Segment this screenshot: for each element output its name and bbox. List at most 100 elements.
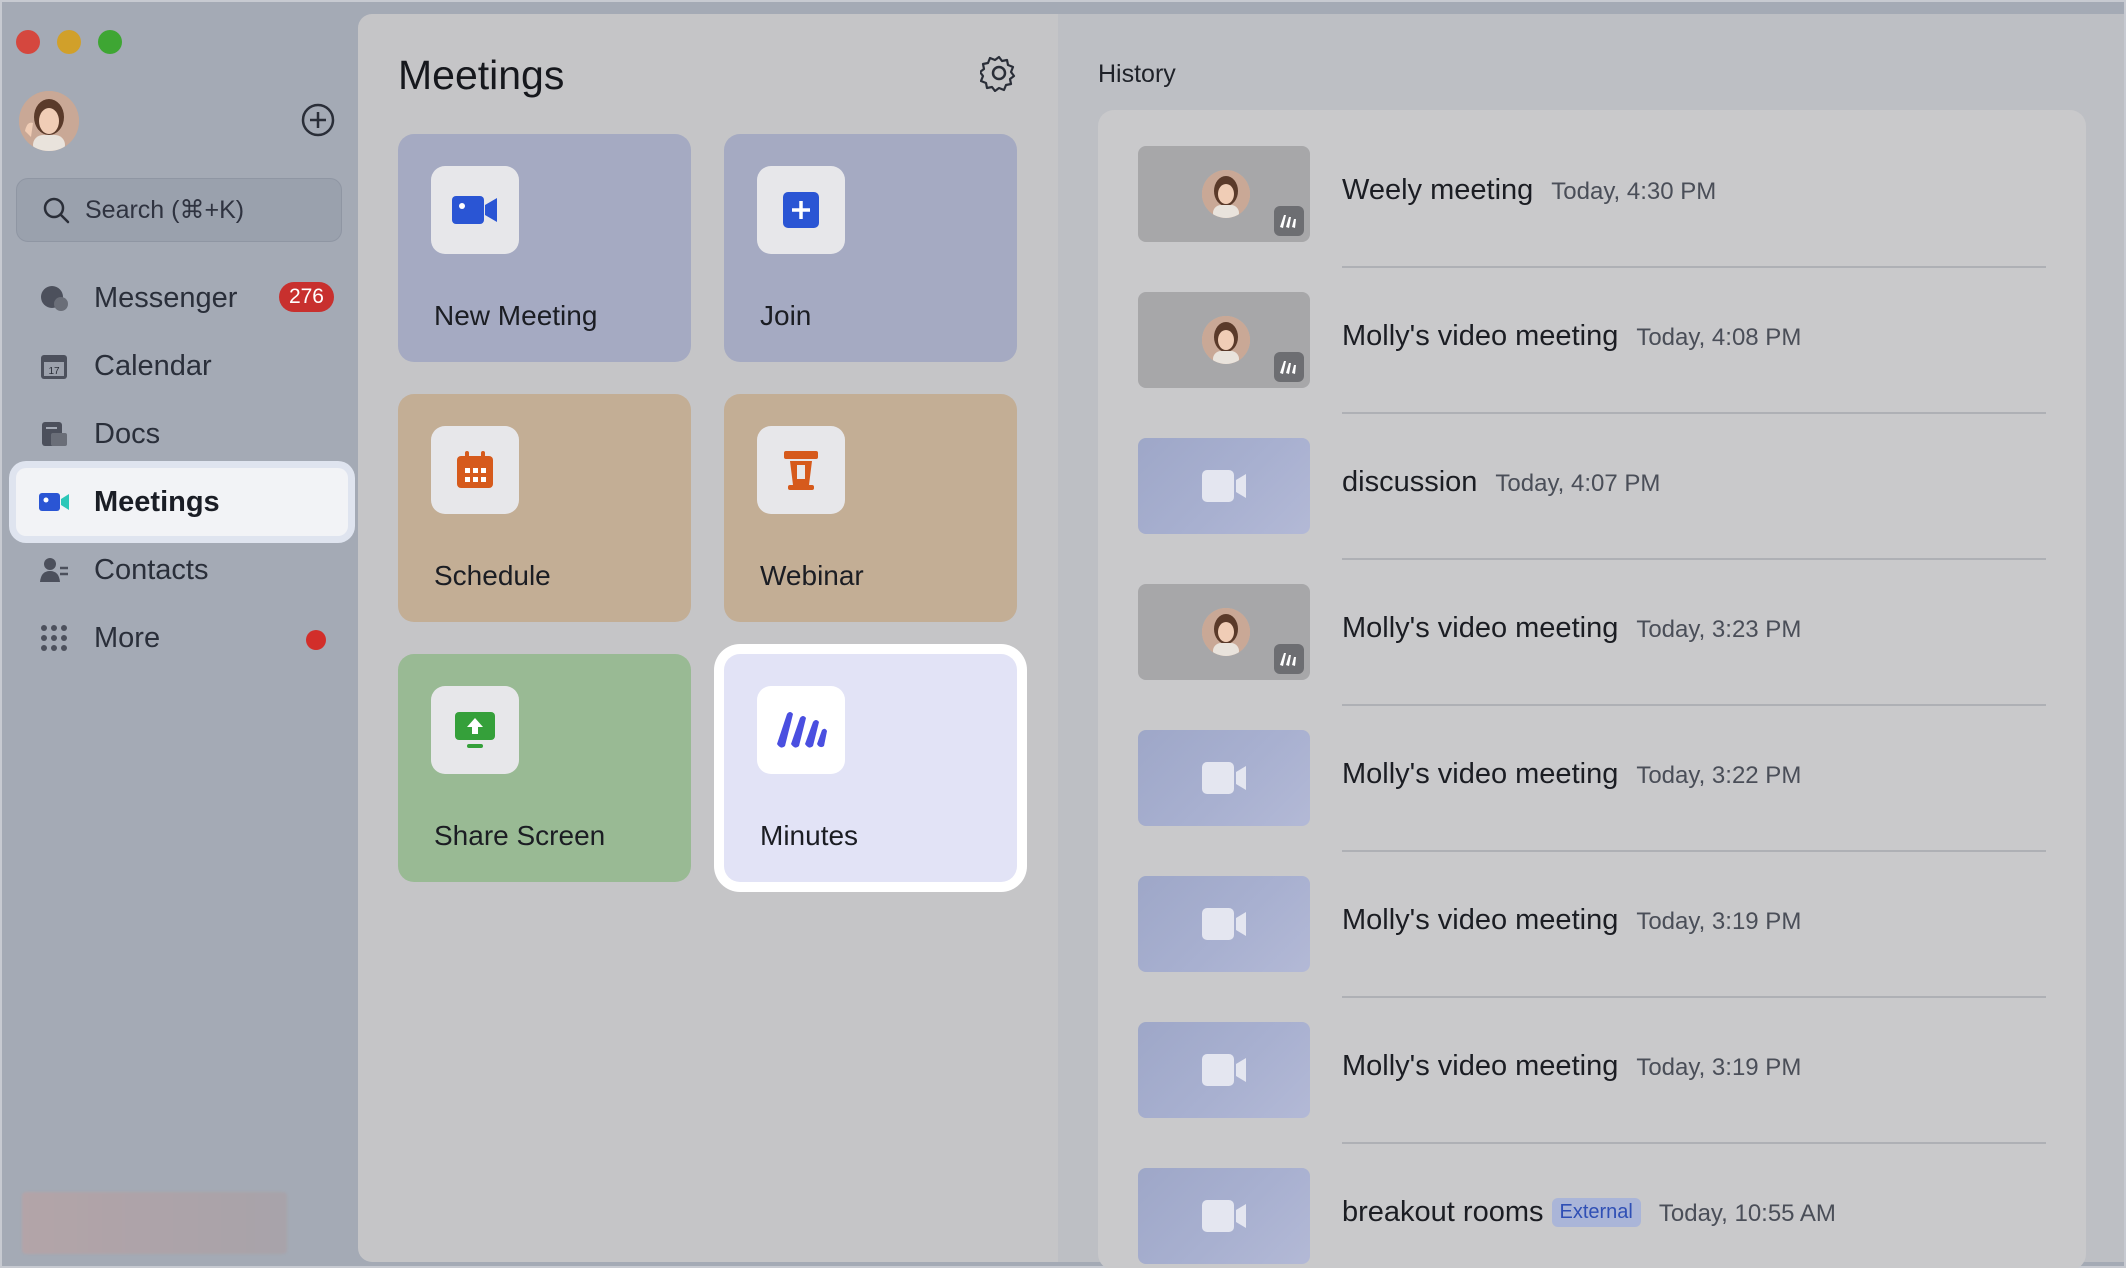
meetings-panel: Meetings New Meeting Join Schedule Webin…	[358, 14, 1058, 1262]
sidebar-item-messenger[interactable]: Messenger 276	[16, 264, 348, 332]
meeting-name: discussion	[1342, 466, 1478, 498]
history-item[interactable]: Molly's video meeting Today, 3:22 PM	[1138, 730, 2046, 876]
tile-label: Schedule	[434, 560, 551, 591]
meeting-name: Weely meeting	[1342, 174, 1534, 206]
meeting-name: Molly's video meeting	[1342, 320, 1619, 352]
messenger-icon	[38, 282, 70, 314]
podium-icon	[757, 426, 845, 514]
history-item[interactable]: Weely meeting Today, 4:30 PM	[1138, 146, 2046, 292]
meeting-thumbnail	[1138, 584, 1310, 680]
history-item[interactable]: Molly's video meeting Today, 4:08 PM	[1138, 292, 2046, 438]
meeting-time: Today, 10:55 AM	[1658, 1200, 1836, 1227]
search-placeholder: Search (⌘+K)	[85, 196, 245, 224]
meeting-name: Molly's video meeting	[1342, 758, 1619, 790]
calendar-icon: 17	[38, 350, 70, 382]
minutes-icon	[757, 686, 845, 774]
tile-label: Webinar	[760, 560, 864, 591]
external-badge: External	[1551, 1198, 1641, 1227]
sidebar-item-more[interactable]: More	[16, 604, 348, 672]
minutes-icon	[1274, 644, 1304, 674]
contacts-icon	[38, 554, 70, 586]
meeting-time: Today, 3:19 PM	[1636, 908, 1802, 935]
meeting-time: Today, 3:19 PM	[1636, 1054, 1802, 1081]
minutes-icon	[1274, 206, 1304, 236]
meeting-time: Today, 4:30 PM	[1551, 178, 1717, 205]
history-item[interactable]: breakout rooms External Today, 10:55 AM	[1138, 1168, 2046, 1268]
divider	[1342, 412, 2046, 414]
sidebar-item-label: More	[94, 621, 161, 654]
sidebar-item-calendar[interactable]: 17 Calendar	[16, 332, 348, 400]
divider	[1342, 850, 2046, 852]
meeting-thumbnail	[1138, 438, 1310, 534]
meeting-name: breakout rooms	[1342, 1196, 1544, 1228]
sidebar-item-label: Calendar	[94, 349, 212, 382]
meeting-name: Molly's video meeting	[1342, 1050, 1619, 1082]
divider	[1342, 558, 2046, 560]
video-camera-icon	[1202, 908, 1246, 940]
history-item[interactable]: Molly's video meeting Today, 3:23 PM	[1138, 584, 2046, 730]
meeting-name: Molly's video meeting	[1342, 612, 1619, 644]
share-screen-button[interactable]: Share Screen	[398, 654, 691, 882]
meeting-thumbnail	[1138, 730, 1310, 826]
schedule-button[interactable]: Schedule	[398, 394, 691, 622]
meeting-thumbnail	[1138, 876, 1310, 972]
notification-dot	[306, 630, 326, 650]
app-window: Search (⌘+K) Messenger 276 17 Calendar D…	[0, 0, 2126, 1268]
sidebar-nav: Messenger 276 17 Calendar Docs Meetings	[16, 264, 348, 672]
add-icon[interactable]	[300, 102, 336, 138]
sidebar-item-label: Docs	[94, 417, 161, 450]
history-item[interactable]: discussion Today, 4:07 PM	[1138, 438, 2046, 584]
avatar	[1202, 316, 1250, 364]
gear-icon[interactable]	[978, 54, 1018, 93]
avatar[interactable]	[19, 91, 79, 151]
grid-icon	[38, 622, 70, 654]
avatar	[1202, 170, 1250, 218]
video-camera-icon	[1202, 470, 1246, 502]
meeting-time: Today, 3:22 PM	[1636, 762, 1802, 789]
tile-label: Share Screen	[434, 820, 606, 851]
divider	[1342, 266, 2046, 268]
meeting-thumbnail	[1138, 1022, 1310, 1118]
docs-icon	[38, 418, 70, 450]
tile-label: Minutes	[760, 820, 859, 851]
history-panel: History Weely meeting Today, 4:30 PM Mol…	[1058, 14, 2124, 1268]
video-camera-icon	[1202, 1200, 1246, 1232]
history-list: Weely meeting Today, 4:30 PM Molly's vide…	[1098, 110, 2086, 1268]
plus-square-icon	[757, 166, 845, 254]
sidebar-item-contacts[interactable]: Contacts	[16, 536, 348, 604]
share-screen-icon	[431, 686, 519, 774]
tile-label: New Meeting	[434, 300, 598, 331]
meeting-time: Today, 4:08 PM	[1636, 324, 1802, 351]
sidebar-item-meetings[interactable]: Meetings	[16, 468, 348, 536]
blurred-status-area	[22, 1192, 287, 1254]
search-icon	[43, 197, 70, 224]
video-camera-icon	[431, 166, 519, 254]
sidebar-item-docs[interactable]: Docs	[16, 400, 348, 468]
sidebar-item-label: Contacts	[94, 553, 209, 586]
meeting-thumbnail	[1138, 146, 1310, 242]
divider	[1342, 996, 2046, 998]
divider	[1342, 1142, 2046, 1144]
minutes-icon	[1274, 352, 1304, 382]
search-input[interactable]: Search (⌘+K)	[16, 178, 342, 242]
meeting-thumbnail	[1138, 1168, 1310, 1264]
avatar	[1202, 608, 1250, 656]
history-title: History	[1098, 60, 1176, 88]
sidebar-item-label: Messenger	[94, 281, 238, 314]
history-item[interactable]: Molly's video meeting Today, 3:19 PM	[1138, 1022, 2046, 1168]
meeting-name: Molly's video meeting	[1342, 904, 1619, 936]
join-button[interactable]: Join	[724, 134, 1017, 362]
video-camera-icon	[1202, 762, 1246, 794]
meeting-time: Today, 3:23 PM	[1636, 616, 1802, 643]
minutes-button[interactable]: Minutes	[724, 654, 1017, 882]
new-meeting-button[interactable]: New Meeting	[398, 134, 691, 362]
meeting-time: Today, 4:07 PM	[1495, 470, 1661, 497]
calendar-grid-icon	[431, 426, 519, 514]
sidebar-item-label: Meetings	[94, 485, 220, 518]
video-camera-icon	[1202, 1054, 1246, 1086]
page-title: Meetings	[398, 52, 565, 98]
meeting-thumbnail	[1138, 292, 1310, 388]
calendar-icon-date: 17	[48, 366, 60, 377]
webinar-button[interactable]: Webinar	[724, 394, 1017, 622]
history-item[interactable]: Molly's video meeting Today, 3:19 PM	[1138, 876, 2046, 1022]
